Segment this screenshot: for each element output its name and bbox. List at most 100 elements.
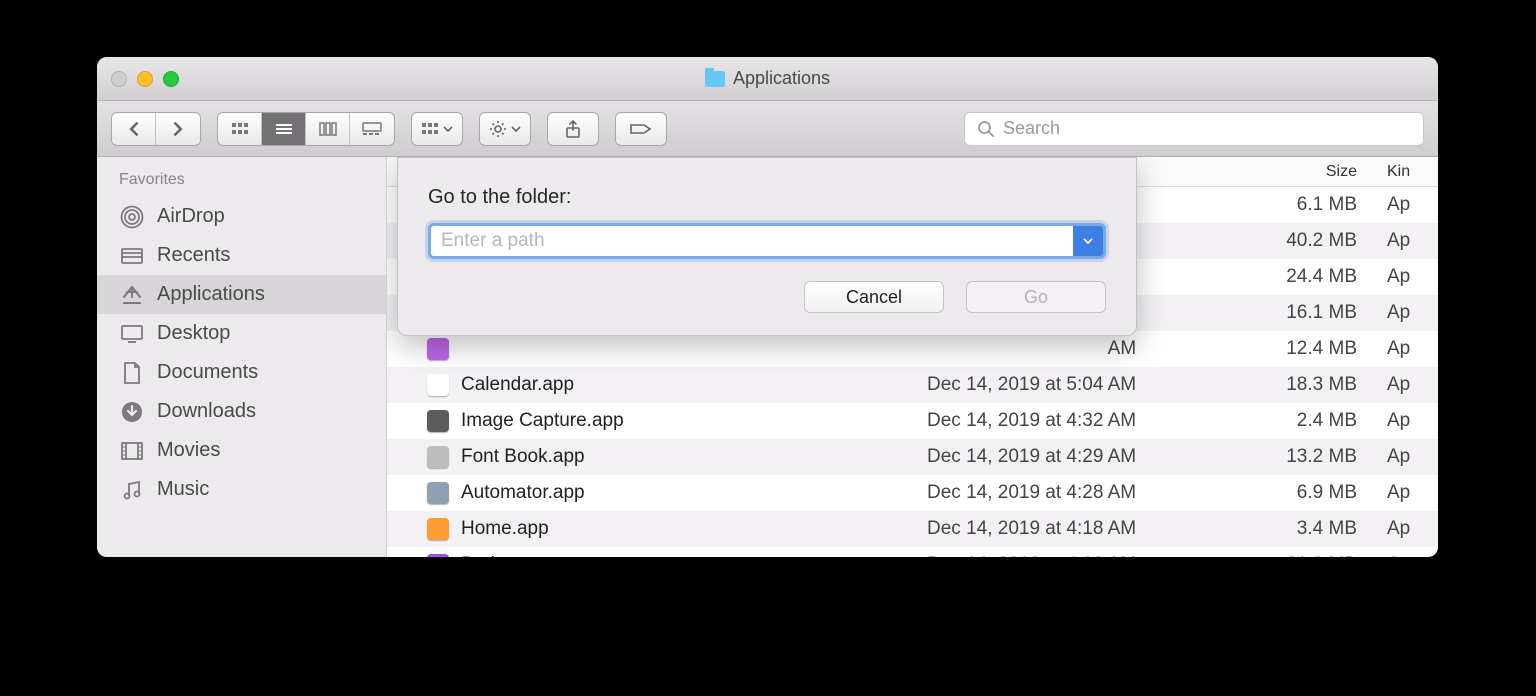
app-icon [427,482,449,504]
action-menu-button[interactable] [479,112,531,146]
file-size: 16.1 MB [1227,302,1377,324]
sidebar-item-label: AirDrop [157,205,225,228]
file-kind: Ap [1377,374,1438,396]
file-name: Automator.app [461,482,585,504]
search-input[interactable] [1003,118,1411,139]
sidebar-item-label: Downloads [157,400,256,423]
share-icon [565,120,581,138]
app-icon [427,554,449,557]
file-date: Dec 14, 2019 at 4:28 AM [927,482,1227,504]
main-panel: ⌄ Size Kin Dec 14, 2019 at 0:00 AM6.1 MB… [387,157,1438,557]
music-icon [119,479,145,501]
toolbar [97,101,1438,157]
file-size: 6.1 MB [1227,194,1377,216]
sidebar-item-recents[interactable]: Recents [97,236,386,275]
icon-view-button[interactable] [218,113,262,145]
sidebar-item-movies[interactable]: Movies [97,431,386,470]
file-kind: Ap [1377,554,1438,557]
list-view-button[interactable] [262,113,306,145]
app-icon [427,374,449,396]
finder-window: Applications [97,57,1438,557]
forward-button[interactable] [156,113,200,145]
file-date: Dec 14, 2019 at 4:32 AM [927,410,1227,432]
airdrop-icon [119,206,145,228]
file-date: Dec 14, 2019 at 0:00 AM [927,338,1227,360]
apps-icon [119,284,145,306]
go-button[interactable]: Go [966,281,1106,313]
documents-icon [119,362,145,384]
file-kind: Ap [1377,266,1438,288]
table-row[interactable]: Image Capture.appDec 14, 2019 at 4:32 AM… [387,403,1438,439]
file-date: Dec 14, 2019 at 4:16 AM [927,554,1227,557]
tag-icon [630,122,652,136]
app-icon [427,338,449,360]
minimize-window-button[interactable] [137,71,153,87]
sidebar-item-airdrop[interactable]: AirDrop [97,197,386,236]
file-name: Podcasts.app [461,554,576,557]
sidebar-header: Favorites [97,167,386,197]
sidebar-item-desktop[interactable]: Desktop [97,314,386,353]
file-size: 18.3 MB [1227,374,1377,396]
path-input[interactable] [431,226,1073,256]
column-size[interactable]: Size [1227,163,1377,181]
table-row[interactable]: Font Book.appDec 14, 2019 at 4:29 AM13.2… [387,439,1438,475]
file-kind: Ap [1377,230,1438,252]
chevron-down-icon [1083,237,1093,245]
go-to-folder-sheet: Go to the folder: Cancel Go [397,157,1137,336]
recents-icon [119,245,145,267]
file-kind: Ap [1377,518,1438,540]
file-kind: Ap [1377,338,1438,360]
sidebar-item-label: Music [157,478,209,501]
file-size: 2.4 MB [1227,410,1377,432]
file-kind: Ap [1377,482,1438,504]
table-row[interactable]: Calendar.appDec 14, 2019 at 5:04 AM18.3 … [387,367,1438,403]
path-dropdown-button[interactable] [1073,226,1103,256]
file-date: Dec 14, 2019 at 4:29 AM [927,446,1227,468]
table-row[interactable]: Home.appDec 14, 2019 at 4:18 AM3.4 MBAp [387,511,1438,547]
zoom-window-button[interactable] [163,71,179,87]
sidebar-item-label: Recents [157,244,230,267]
sidebar-item-label: Documents [157,361,258,384]
table-row[interactable]: Automator.app Dec 14, 2019 at 4:28 AM6.9 … [387,475,1438,511]
file-kind: Ap [1377,446,1438,468]
gallery-view-button[interactable] [350,113,394,145]
column-kind[interactable]: Kin [1377,163,1438,181]
tags-button[interactable] [615,112,667,146]
group-by-button[interactable] [411,112,463,146]
traffic-lights [111,71,179,87]
file-date: Dec 14, 2019 at 5:04 AM [927,374,1227,396]
chevron-down-icon [443,125,453,133]
app-icon [427,446,449,468]
table-row[interactable]: Dec 14, 2019 at 0:00 AM12.4 MBAp [387,331,1438,367]
file-name: Home.app [461,518,549,540]
chevron-down-icon [511,125,521,133]
sidebar-item-label: Movies [157,439,220,462]
back-button[interactable] [112,113,156,145]
file-kind: Ap [1377,194,1438,216]
file-size: 24.4 MB [1227,266,1377,288]
sidebar-item-applications[interactable]: Applications [97,275,386,314]
sidebar-item-downloads[interactable]: Downloads [97,392,386,431]
search-icon [977,120,995,138]
file-kind: Ap [1377,302,1438,324]
column-view-button[interactable] [306,113,350,145]
app-icon [427,518,449,540]
file-size: 6.9 MB [1227,482,1377,504]
movies-icon [119,440,145,462]
file-size: 12.4 MB [1227,338,1377,360]
share-button[interactable] [547,112,599,146]
sidebar-item-music[interactable]: Music [97,470,386,509]
file-name: Font Book.app [461,446,585,468]
sidebar-item-label: Desktop [157,322,230,345]
table-row[interactable]: Podcasts.appDec 14, 2019 at 4:16 AM31.8 … [387,547,1438,557]
file-date: Dec 14, 2019 at 4:18 AM [927,518,1227,540]
nav-buttons [111,112,201,146]
view-mode-segment [217,112,395,146]
file-kind: Ap [1377,410,1438,432]
desktop-icon [119,323,145,345]
sidebar-item-documents[interactable]: Documents [97,353,386,392]
path-field-wrap[interactable] [428,223,1106,259]
close-window-button[interactable] [111,71,127,87]
cancel-button[interactable]: Cancel [804,281,944,313]
search-field[interactable] [964,112,1424,146]
